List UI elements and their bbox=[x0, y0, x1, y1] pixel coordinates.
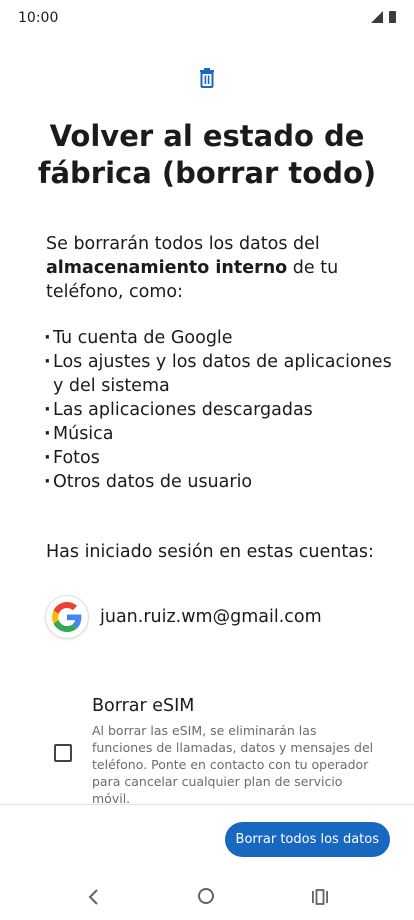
esim-title: Borrar eSIM bbox=[92, 696, 195, 716]
trash-icon bbox=[200, 68, 214, 88]
accounts-label: Has iniciado sesión en estas cuentas: bbox=[46, 542, 374, 562]
account-email: juan.ruiz.wm@gmail.com bbox=[100, 607, 322, 627]
list-item: Fotos bbox=[44, 446, 394, 470]
status-bar: 10:00 bbox=[0, 0, 414, 36]
status-icons bbox=[371, 11, 396, 23]
intro-prefix: Se borrarán todos los datos del bbox=[46, 234, 320, 254]
intro-bold: almacenamiento interno bbox=[46, 258, 288, 278]
list-item: Las aplicaciones descargadas bbox=[44, 398, 394, 422]
list-item: Otros datos de usuario bbox=[44, 470, 394, 494]
list-item: Música bbox=[44, 422, 394, 446]
navigation-bar bbox=[0, 876, 414, 920]
intro-text: Se borrarán todos los datos del almacena… bbox=[46, 232, 384, 304]
back-icon[interactable] bbox=[86, 888, 102, 906]
account-item: juan.ruiz.wm@gmail.com bbox=[46, 596, 322, 638]
list-item: Los ajustes y los datos de aplicaciones … bbox=[44, 350, 394, 398]
google-g-icon bbox=[52, 602, 82, 632]
signal-icon bbox=[371, 11, 383, 23]
google-logo-icon bbox=[46, 596, 88, 638]
home-icon[interactable] bbox=[198, 888, 214, 904]
status-time: 10:00 bbox=[18, 10, 59, 26]
esim-checkbox[interactable] bbox=[54, 744, 72, 762]
list-item: Tu cuenta de Google bbox=[44, 326, 394, 350]
battery-icon bbox=[389, 11, 396, 23]
data-list: Tu cuenta de Google Los ajustes y los da… bbox=[44, 326, 394, 494]
divider bbox=[0, 804, 414, 805]
esim-description: Al borrar las eSIM, se eliminarán las fu… bbox=[92, 723, 374, 806]
page-title: Volver al estado de fábrica (borrar todo… bbox=[37, 119, 377, 190]
erase-all-data-button[interactable]: Borrar todos los datos bbox=[224, 822, 390, 857]
recents-icon[interactable] bbox=[311, 889, 329, 905]
